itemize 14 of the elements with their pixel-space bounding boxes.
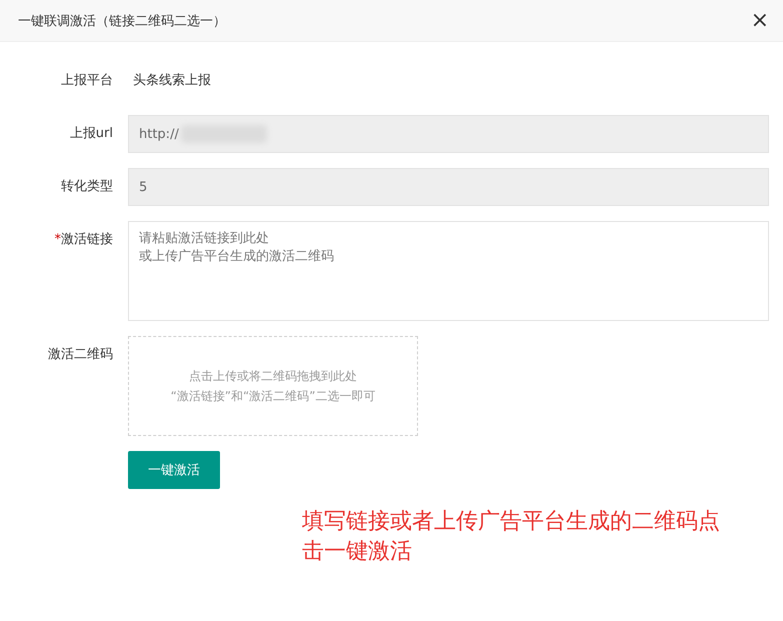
field-label: 激活二维码 bbox=[47, 346, 113, 364]
link-textarea[interactable]: 请粘贴激活链接到此处 或上传广告平台生成的激活二维码 bbox=[128, 221, 769, 321]
platform-value: 头条线索上报 bbox=[132, 73, 211, 88]
field-label: *激活链接 bbox=[54, 231, 113, 249]
dialog-title: 一键联调激活（链接二维码二选一） bbox=[18, 12, 226, 30]
upload-hint: “激活链接”和“激活二维码”二选一即可 bbox=[170, 388, 376, 404]
field-label: 上报url bbox=[68, 125, 113, 143]
field-label: 上报平台 bbox=[60, 72, 113, 90]
activate-button[interactable]: 一键激活 bbox=[128, 451, 220, 489]
upload-hint: 点击上传或将二维码拖拽到此处 bbox=[189, 368, 357, 384]
annotation-text: 填写链接或者上传广告平台生成的二维码点击一键激活 bbox=[302, 508, 721, 566]
close-button[interactable]: × bbox=[744, 10, 775, 32]
qr-upload-area[interactable]: 点击上传或将二维码拖拽到此处 “激活链接”和“激活二维码”二选一即可 bbox=[128, 336, 418, 436]
field-label: 转化类型 bbox=[60, 178, 113, 196]
